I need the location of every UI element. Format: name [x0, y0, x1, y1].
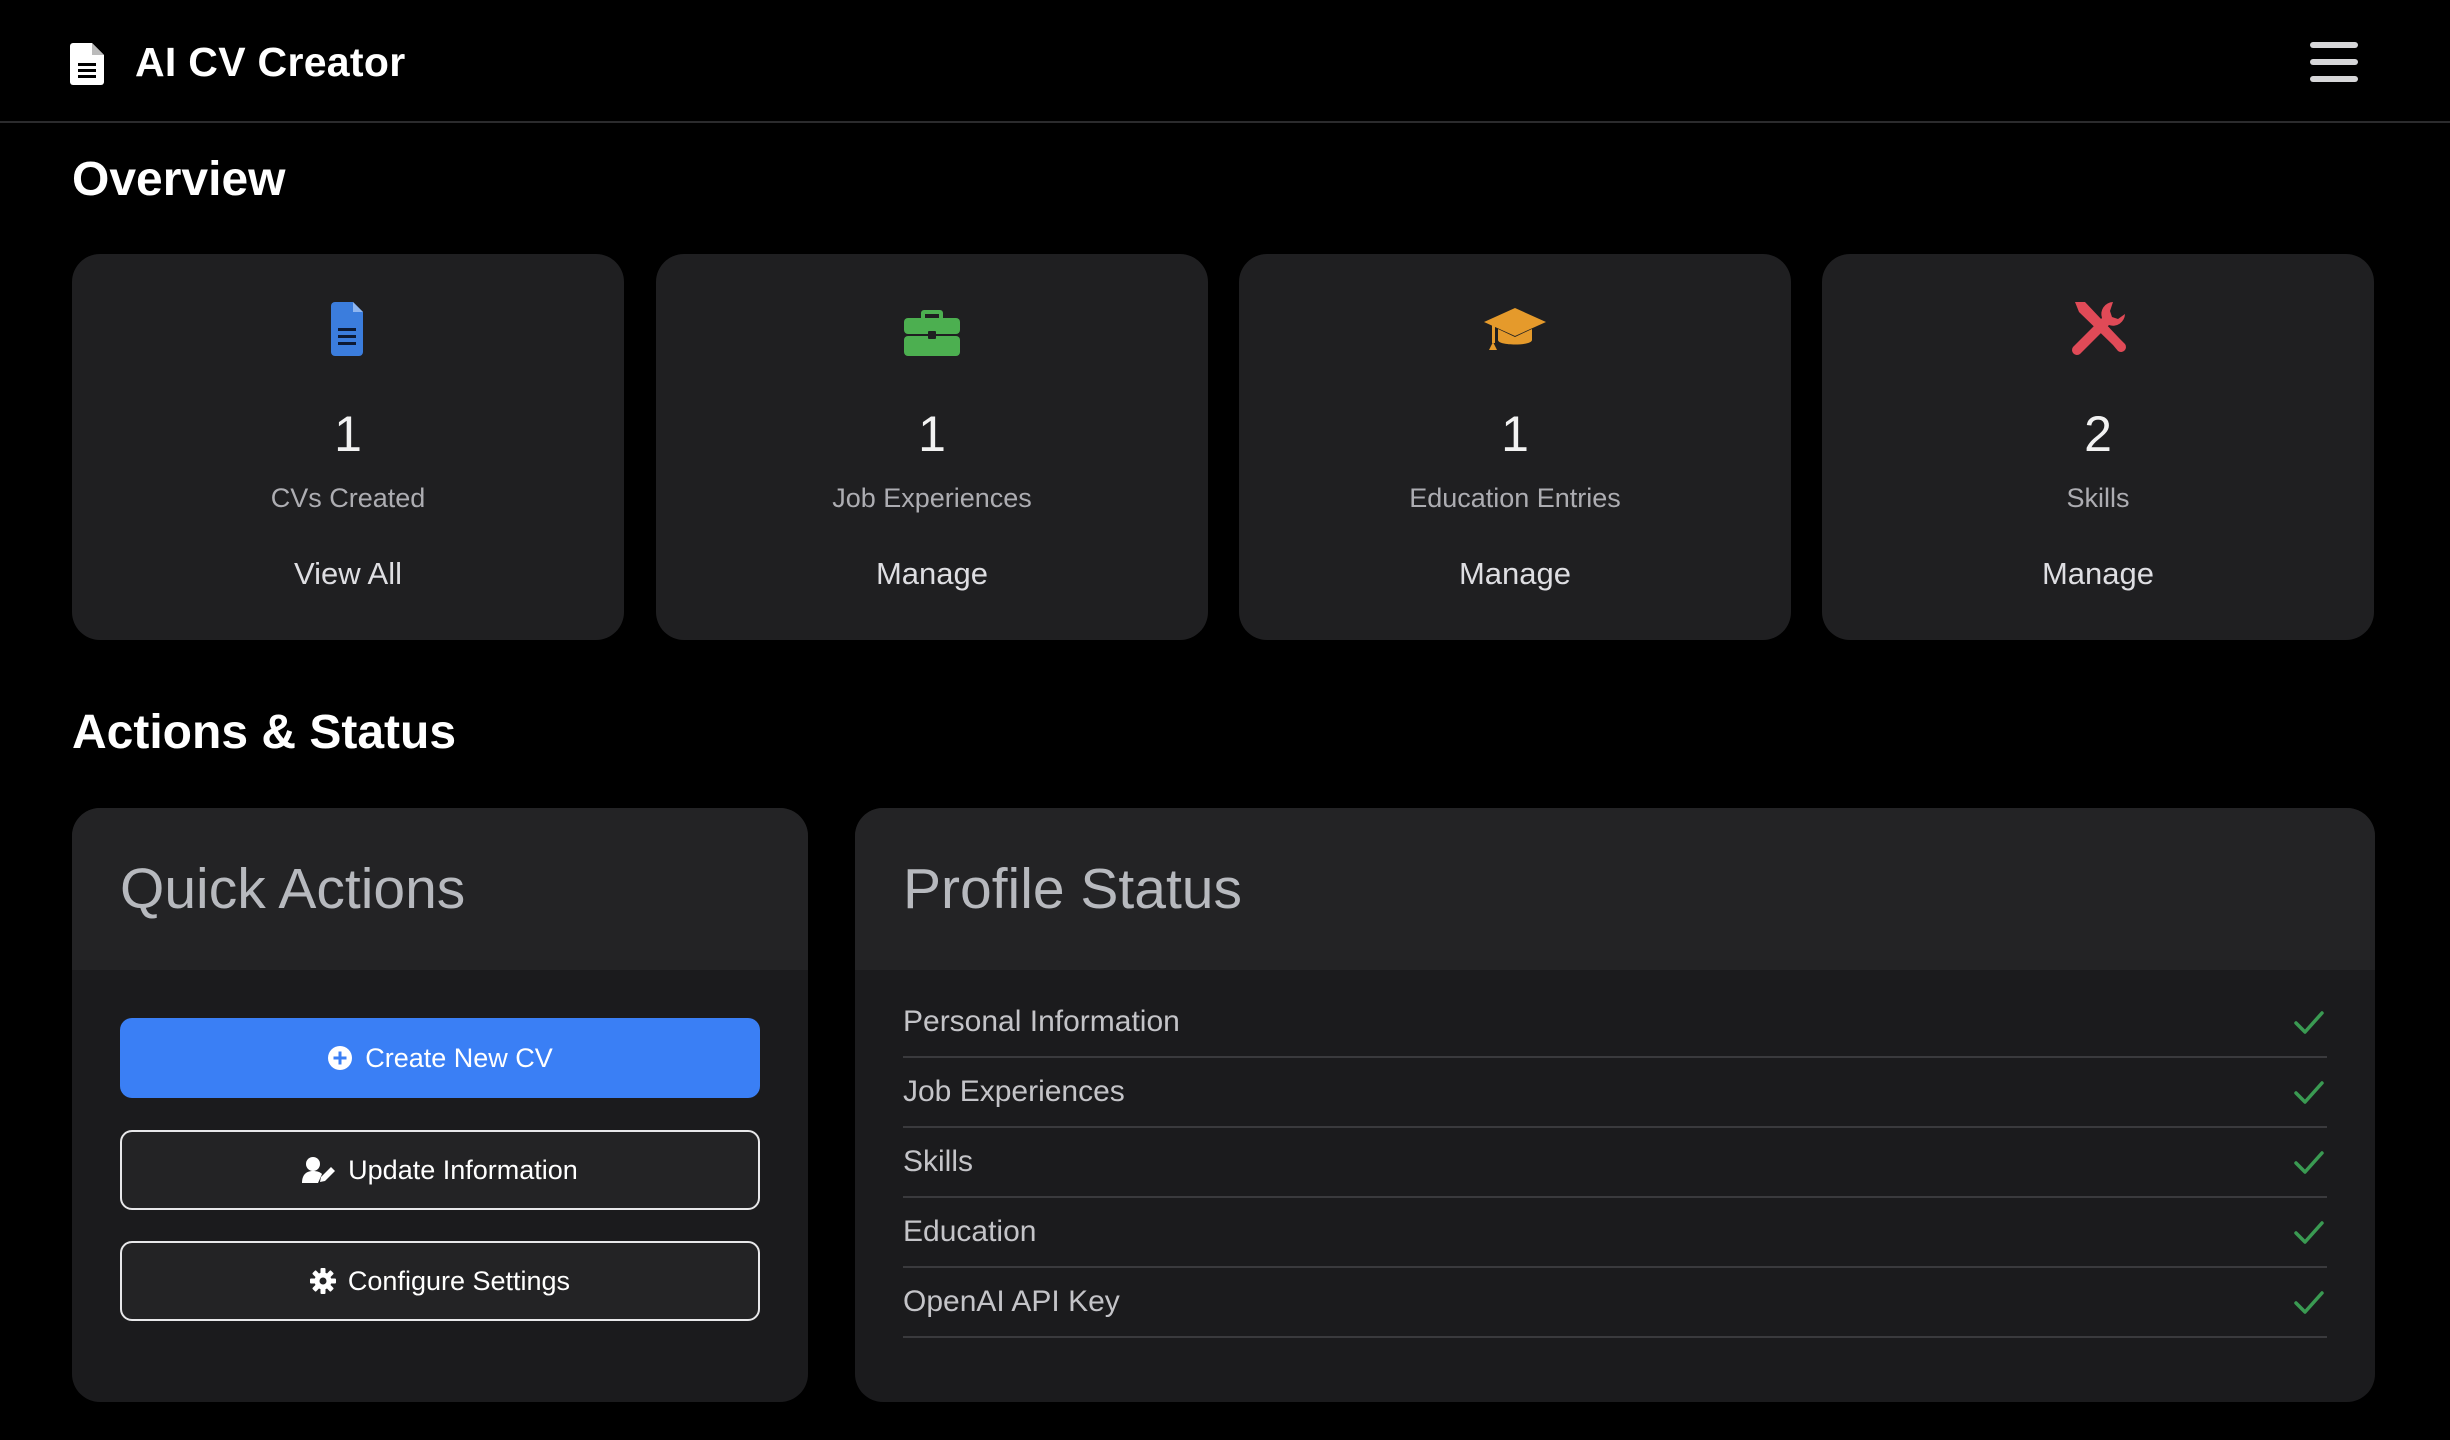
check-icon	[2294, 1221, 2324, 1244]
status-label: Skills	[903, 1145, 974, 1178]
skills-label: Skills	[2066, 483, 2130, 513]
profile-status-list: Personal Information Job Experiences Ski…	[903, 988, 2327, 1338]
tools-icon	[2072, 302, 2126, 355]
hamburger-menu-icon[interactable]	[2310, 42, 2358, 82]
status-row-skills: Skills	[903, 1128, 2327, 1198]
jobs-label: Job Experiences	[832, 483, 1032, 513]
jobs-count: 1	[918, 406, 946, 462]
view-all-cvs-link[interactable]: View All	[294, 551, 402, 597]
cvs-count: 1	[334, 406, 362, 462]
profile-status-title: Profile Status	[903, 857, 1242, 921]
check-icon	[2294, 1011, 2324, 1034]
check-icon	[2294, 1291, 2324, 1314]
profile-status-header: Profile Status	[855, 808, 2375, 970]
status-row-openai-api-key: OpenAI API Key	[903, 1268, 2327, 1338]
status-label: Personal Information	[903, 1005, 1180, 1038]
file-document-icon	[331, 302, 363, 356]
gear-icon	[309, 1268, 336, 1294]
create-new-cv-button[interactable]: Create New CV	[120, 1018, 760, 1098]
graduation-cap-icon	[1484, 308, 1546, 350]
update-information-button[interactable]: Update Information	[120, 1130, 760, 1210]
status-row-education: Education	[903, 1198, 2327, 1268]
manage-jobs-link[interactable]: Manage	[876, 551, 988, 597]
check-icon	[2294, 1151, 2324, 1174]
stat-card-cvs: 1 CVs Created View All	[72, 254, 624, 640]
quick-actions-panel: Quick Actions Create New CV Update Infor…	[72, 808, 808, 1402]
overview-heading: Overview	[72, 153, 286, 206]
status-row-personal-information: Personal Information	[903, 988, 2327, 1058]
file-document-icon	[70, 43, 104, 85]
navbar: AI CV Creator	[0, 0, 2450, 123]
status-label: Job Experiences	[903, 1075, 1125, 1108]
status-label: Education	[903, 1215, 1037, 1248]
stat-card-skills: 2 Skills Manage	[1822, 254, 2374, 640]
education-label: Education Entries	[1409, 483, 1621, 513]
profile-status-panel: Profile Status Personal Information Job …	[855, 808, 2375, 1402]
update-information-label: Update Information	[348, 1154, 578, 1185]
actions-status-heading: Actions & Status	[72, 706, 457, 759]
manage-skills-link[interactable]: Manage	[2042, 551, 2154, 597]
configure-settings-label: Configure Settings	[347, 1265, 571, 1296]
app-title[interactable]: AI CV Creator	[135, 34, 405, 90]
configure-settings-button[interactable]: Configure Settings	[120, 1241, 760, 1321]
create-new-cv-label: Create New CV	[365, 1042, 553, 1073]
check-icon	[2294, 1081, 2324, 1104]
status-row-job-experiences: Job Experiences	[903, 1058, 2327, 1128]
manage-education-link[interactable]: Manage	[1459, 551, 1571, 597]
education-count: 1	[1501, 406, 1529, 462]
skills-count: 2	[2084, 406, 2112, 462]
quick-actions-title: Quick Actions	[120, 857, 466, 921]
quick-actions-header: Quick Actions	[72, 808, 808, 970]
briefcase-icon	[904, 310, 960, 356]
plus-circle-icon	[328, 1046, 353, 1070]
stat-card-education: 1 Education Entries Manage	[1239, 254, 1791, 640]
user-edit-icon	[302, 1157, 336, 1183]
status-label: OpenAI API Key	[903, 1285, 1120, 1318]
cvs-label: CVs Created	[270, 483, 426, 513]
stat-card-jobs: 1 Job Experiences Manage	[656, 254, 1208, 640]
